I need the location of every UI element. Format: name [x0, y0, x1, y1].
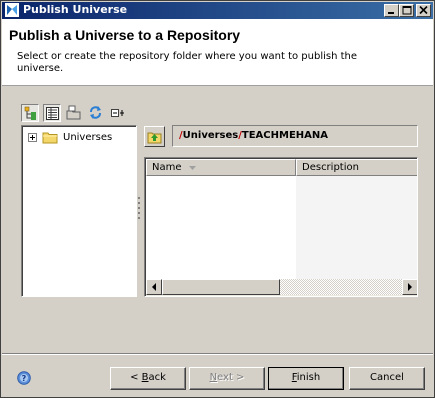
repository-tree[interactable]: Universes — [21, 125, 137, 297]
folder-icon — [42, 132, 58, 144]
sort-down-icon — [189, 166, 196, 170]
close-button[interactable] — [416, 4, 431, 17]
folder-view-icon — [66, 105, 81, 120]
list-view-button[interactable] — [43, 104, 61, 122]
horizontal-scrollbar[interactable] — [146, 279, 417, 296]
path-segment-folder: TEACHMEHANA — [241, 130, 329, 141]
scroll-right-button[interactable] — [402, 279, 417, 295]
column-header-description[interactable]: Description — [296, 159, 417, 176]
maximize-button[interactable] — [399, 4, 414, 17]
description-column-area — [296, 176, 417, 279]
refresh-icon — [90, 106, 101, 119]
finish-button[interactable]: Finish — [268, 367, 344, 390]
panel-splitter[interactable] — [138, 197, 141, 221]
maximize-icon — [402, 6, 412, 15]
wizard-header: Publish a Universe to a Repository Selec… — [2, 19, 433, 86]
scroll-thumb[interactable] — [162, 279, 280, 295]
tree-toolbar — [21, 104, 137, 124]
folder-view-button[interactable] — [65, 104, 83, 122]
page-title: Publish a Universe to a Repository — [9, 27, 241, 43]
show-tree-button[interactable] — [21, 104, 39, 122]
tree-node-universes[interactable]: Universes — [28, 131, 128, 145]
path-text: /Universes/TEACHMEHANA — [179, 130, 329, 141]
cancel-button[interactable]: Cancel — [349, 367, 425, 390]
next-button[interactable]: Next > — [189, 367, 265, 390]
minimize-button[interactable] — [384, 4, 399, 17]
show-tree-icon — [24, 106, 36, 120]
footer-divider — [2, 353, 433, 355]
path-segment-root: Universes — [182, 130, 239, 141]
expand-icon[interactable] — [28, 133, 37, 142]
collapse-all-button[interactable] — [109, 104, 127, 122]
column-name-label: Name — [152, 162, 182, 173]
current-path: /Universes/TEACHMEHANA — [172, 125, 418, 147]
scroll-left-button[interactable] — [146, 279, 162, 295]
svg-text:?: ? — [22, 374, 27, 383]
column-description-label: Description — [302, 162, 359, 173]
up-folder-icon — [147, 132, 162, 144]
help-icon[interactable]: ? — [17, 371, 31, 385]
scroll-track[interactable] — [280, 279, 402, 295]
window-title: Publish Universe — [23, 3, 128, 16]
folder-contents-list[interactable]: Name Description — [144, 157, 418, 297]
app-icon — [5, 3, 19, 17]
refresh-button[interactable] — [87, 104, 105, 122]
page-description: Select or create the repository folder w… — [17, 51, 358, 74]
up-folder-button[interactable] — [144, 126, 165, 147]
collapse-all-icon — [111, 109, 124, 117]
close-icon — [419, 6, 428, 15]
list-view-icon — [46, 107, 59, 120]
title-bar[interactable]: Publish Universe — [2, 2, 433, 19]
minimize-icon — [388, 12, 394, 14]
arrow-left-icon — [152, 283, 156, 291]
back-button[interactable]: < Back — [110, 367, 186, 390]
tree-label-universes: Universes — [63, 132, 113, 143]
publish-universe-dialog: Publish Universe Publish a Universe to a… — [0, 0, 435, 398]
arrow-right-icon — [408, 283, 412, 291]
column-header-name[interactable]: Name — [146, 159, 296, 176]
